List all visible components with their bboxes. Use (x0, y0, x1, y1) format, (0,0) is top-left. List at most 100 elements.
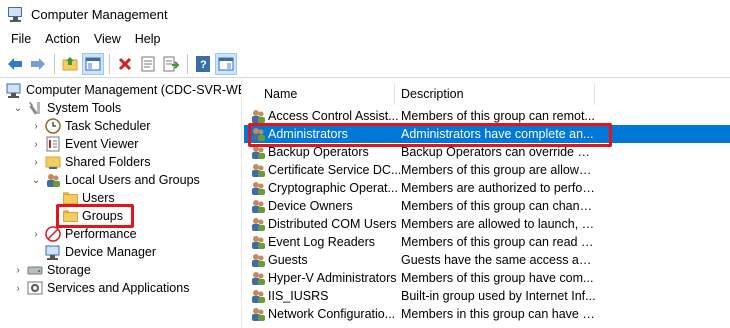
delete-button[interactable] (114, 53, 136, 75)
tree-item-event-viewer[interactable]: › Event Viewer (30, 135, 138, 153)
column-header-description[interactable]: Description (401, 83, 464, 105)
svg-text:?: ? (200, 59, 207, 71)
back-arrow-icon (8, 57, 22, 70)
toolbar-separator (187, 53, 188, 74)
users-group-icon (45, 172, 61, 188)
show-hide-action-pane-button[interactable] (215, 52, 237, 75)
tree-label-task-scheduler: Task Scheduler (65, 119, 151, 133)
group-name: Cryptographic Operat... (268, 181, 398, 195)
tree-item-system-tools[interactable]: ⌄ System Tools (12, 99, 121, 117)
help-button[interactable]: ? (192, 53, 214, 75)
tree-item-shared-folders[interactable]: › Shared Folders (30, 153, 150, 171)
event-viewer-icon (45, 136, 61, 152)
up-one-level-button[interactable] (59, 53, 81, 75)
menu-bar: File Action View Help (0, 28, 730, 50)
table-row[interactable]: Guests Guests have the same access as m..… (244, 251, 730, 269)
group-description: Members are authorized to perfor... (401, 181, 596, 195)
tree-item-task-scheduler[interactable]: › Task Scheduler (30, 117, 150, 135)
group-description: Members of this group can remot... (401, 109, 595, 123)
properties-icon (141, 56, 155, 71)
system-tools-icon (27, 100, 43, 116)
groups-list-view: Name Description Access Control Assist..… (244, 79, 730, 328)
menu-file[interactable]: File (4, 30, 38, 48)
chevron-right-icon[interactable]: › (30, 138, 42, 150)
properties-button[interactable] (137, 53, 159, 75)
group-icon (250, 252, 266, 268)
table-row[interactable]: IIS_IUSRS Built-in group used by Internet… (244, 287, 730, 305)
window-title: Computer Management (31, 6, 168, 22)
group-description: Members of this group are allowe... (401, 163, 596, 177)
group-icon (250, 108, 266, 124)
performance-icon (45, 226, 61, 242)
tree-label-event-viewer: Event Viewer (65, 137, 139, 151)
table-row[interactable]: Cryptographic Operat... Members are autho… (244, 179, 730, 197)
group-description: Members of this group can chang... (401, 199, 596, 213)
action-pane-icon (218, 57, 234, 70)
group-name: Guests (268, 253, 308, 267)
chevron-right-icon[interactable]: › (12, 282, 24, 294)
group-description: Built-in group used by Internet Inf... (401, 289, 596, 303)
tree-label-device-manager: Device Manager (65, 245, 157, 259)
export-list-icon (163, 56, 179, 71)
group-name: Event Log Readers (268, 235, 376, 249)
chevron-right-icon[interactable]: › (12, 264, 24, 276)
group-name: Backup Operators (268, 145, 369, 159)
chevron-down-icon[interactable]: ⌄ (30, 174, 42, 186)
title-bar: Computer Management (0, 0, 730, 28)
tree-item-local-users-groups[interactable]: ⌄ Local Users and Groups (30, 171, 200, 189)
group-description: Members of this group have com... (401, 271, 594, 285)
forward-arrow-icon (31, 57, 45, 70)
group-name: Device Owners (268, 199, 353, 213)
table-row[interactable]: Device Owners Members of this group can c… (244, 197, 730, 215)
table-row[interactable]: Network Configuratio... Members in this g… (244, 305, 730, 323)
toolbar: ? (0, 50, 730, 78)
group-icon (250, 306, 266, 322)
group-description: Guests have the same access as m... (401, 253, 596, 267)
computer-management-icon (8, 6, 24, 22)
back-button[interactable] (4, 53, 26, 75)
column-header-name[interactable]: Name (264, 83, 297, 105)
forward-button[interactable] (27, 53, 49, 75)
help-icon: ? (196, 55, 210, 72)
clock-icon (45, 118, 61, 134)
tree-label-shared-folders: Shared Folders (65, 155, 151, 169)
show-hide-console-tree-button[interactable] (82, 52, 104, 75)
administrators-highlight-box (248, 123, 612, 147)
tree-item-root[interactable]: Computer Management (CDC-SVR-WEB (6, 81, 242, 99)
shared-folder-icon (45, 154, 61, 170)
toolbar-separator (54, 53, 55, 74)
group-name: Network Configuratio... (268, 307, 396, 321)
toolbar-separator (109, 53, 110, 74)
export-list-button[interactable] (160, 53, 182, 75)
column-separator[interactable] (394, 83, 395, 105)
table-row[interactable]: Certificate Service DC... Members of this… (244, 161, 730, 179)
chevron-right-icon[interactable]: › (30, 228, 42, 240)
menu-help[interactable]: Help (128, 30, 168, 48)
group-icon (250, 270, 266, 286)
group-icon (250, 162, 266, 178)
group-name: Distributed COM Users (268, 217, 397, 231)
chevron-down-icon[interactable]: ⌄ (12, 102, 24, 114)
menu-view[interactable]: View (87, 30, 128, 48)
tree-item-performance[interactable]: › Performance (30, 225, 137, 243)
tree-label-root: Computer Management (CDC-SVR-WEB (26, 83, 242, 97)
tree-label-performance: Performance (65, 227, 137, 241)
group-icon (250, 234, 266, 250)
tree-item-services-apps[interactable]: › Services and Applications (12, 279, 189, 297)
group-icon (250, 288, 266, 304)
table-row[interactable]: Distributed COM Users Members are allowed… (244, 215, 730, 233)
group-name: IIS_IUSRS (268, 289, 329, 303)
tree-item-device-manager[interactable]: Device Manager (45, 243, 156, 261)
table-row[interactable]: Event Log Readers Members of this group c… (244, 233, 730, 251)
group-icon (250, 216, 266, 232)
tree-item-storage[interactable]: › Storage (12, 261, 90, 279)
menu-action[interactable]: Action (38, 30, 87, 48)
device-manager-icon (45, 244, 61, 260)
chevron-right-icon[interactable]: › (30, 120, 42, 132)
group-name: Access Control Assist... (268, 109, 399, 123)
table-row[interactable]: Hyper-V Administrators Members of this gr… (244, 269, 730, 287)
group-description: Backup Operators can override se... (401, 145, 596, 159)
chevron-right-icon[interactable]: › (30, 156, 42, 168)
tree-label-local-users-groups: Local Users and Groups (65, 173, 200, 187)
column-separator[interactable] (594, 83, 595, 105)
